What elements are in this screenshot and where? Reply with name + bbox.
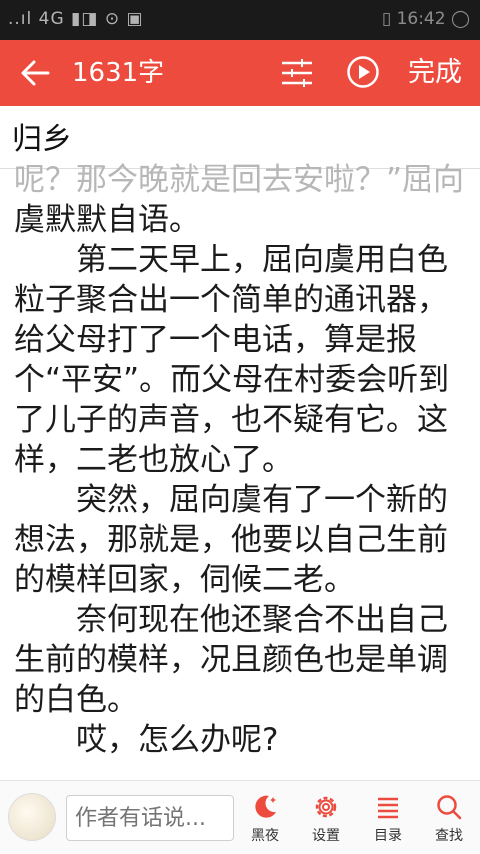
paragraph: 呢？那今晚就是回去安啦？”屈向	[14, 162, 465, 198]
table-of-contents-label: 目录	[374, 828, 402, 844]
word-count: 1631字	[72, 58, 165, 88]
search-label: 查找	[435, 828, 463, 844]
editor-header: 1631字 完成	[0, 40, 480, 106]
paragraph: 奈何现在他还聚合不出自己生前的模样，况且颜色也是单调的白色。	[14, 602, 448, 718]
author-note-input[interactable]	[66, 795, 234, 841]
play-button[interactable]	[346, 55, 380, 89]
list-format-icon	[282, 59, 312, 87]
avatar[interactable]	[8, 793, 56, 841]
gear-icon	[315, 796, 337, 818]
paragraph: 哎，怎么办呢?	[14, 722, 279, 758]
moon-icon	[255, 795, 276, 818]
chapter-body[interactable]: 呢？那今晚就是回去安啦？”屈向 虞默默自语。 第二天早上，屈向虞用白色粒子聚合出…	[14, 160, 470, 830]
search-icon	[437, 795, 462, 820]
back-button[interactable]	[18, 55, 54, 91]
done-button[interactable]: 完成	[408, 56, 462, 90]
settings-label: 设置	[312, 828, 340, 844]
table-of-contents-button[interactable]: 目录	[362, 793, 414, 845]
settings-button[interactable]: 设置	[300, 793, 352, 845]
bottom-toolbar: 黑夜 设置 目录 查找	[0, 780, 480, 854]
night-mode-label: 黑夜	[251, 828, 279, 844]
paragraph: 第二天早上，屈向虞用白色粒子聚合出一个简单的通讯器，给父母打了一个电话，算是报个…	[14, 242, 450, 478]
paragraph: 突然，屈向虞有了一个新的想法，那就是，他要以自己生前的模样回家，伺候二老。	[14, 482, 448, 598]
status-left-indicators: ..ıl 4G ▮◨ ⊙ ▣	[8, 9, 144, 29]
search-button[interactable]: 查找	[423, 793, 475, 845]
arrow-left-icon	[21, 60, 50, 86]
chapter-title[interactable]: 归乡	[12, 120, 72, 160]
status-bar: ..ıl 4G ▮◨ ⊙ ▣ ▯ 16:42 ◯	[0, 0, 480, 40]
paragraph: 虞默默自语。	[14, 202, 200, 238]
list-icon	[378, 797, 398, 819]
status-right-indicators: ▯ 16:42 ◯	[381, 9, 470, 29]
play-circle-icon	[347, 56, 379, 88]
night-mode-button[interactable]: 黑夜	[239, 793, 291, 845]
format-menu-button[interactable]	[280, 58, 314, 88]
